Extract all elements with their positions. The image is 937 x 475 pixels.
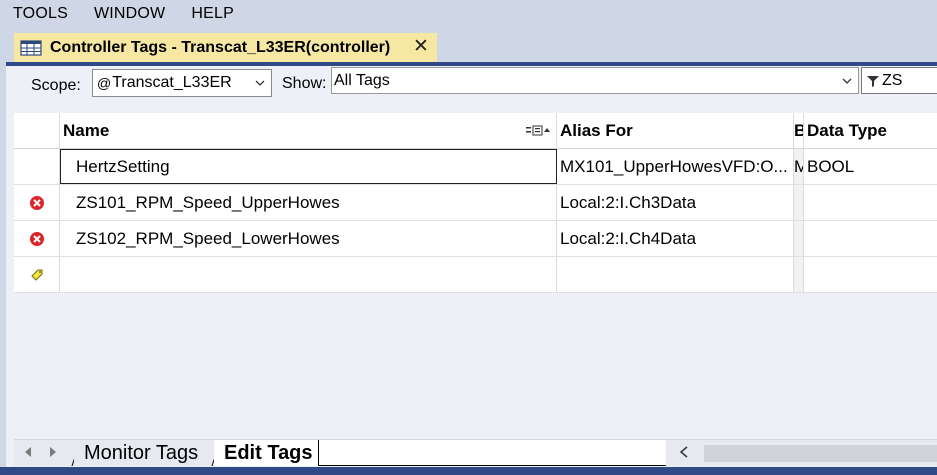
show-dropdown[interactable]: All Tags: [331, 67, 859, 94]
base-tag-cell[interactable]: [794, 221, 804, 256]
close-tab-icon[interactable]: ✕: [413, 37, 429, 56]
controller-scope-icon: @: [97, 75, 112, 91]
base-tag-cell[interactable]: [794, 257, 804, 292]
header-status: [14, 113, 60, 148]
header-data-type[interactable]: Data Type: [804, 113, 937, 148]
new-tag-icon: [30, 269, 42, 281]
show-label: Show:: [282, 75, 327, 92]
tab-monitor-tags[interactable]: Monitor Tags: [74, 440, 209, 466]
filter-text: ZS: [882, 71, 903, 89]
show-value: All Tags: [334, 72, 390, 89]
sheet-tab-bar: Monitor Tags Edit Tags: [14, 439, 937, 466]
alias-for-cell[interactable]: MX101_UpperHowesVFD:O...: [557, 149, 794, 184]
document-tab-title: Controller Tags - Transcat_L33ER(control…: [50, 38, 391, 56]
menu-window[interactable]: WINDOW: [81, 0, 178, 28]
header-name-label: Name: [63, 120, 110, 140]
menu-help[interactable]: HELP: [178, 0, 247, 28]
chevron-down-icon[interactable]: [842, 76, 852, 86]
document-tab-controller-tags[interactable]: Controller Tags - Transcat_L33ER(control…: [14, 33, 437, 62]
alias-for-cell[interactable]: Local:2:I.Ch4Data: [557, 221, 794, 256]
scope-value: Transcat_L33ER: [112, 74, 232, 91]
controller-tags-panel: Scope: @ Transcat_L33ER Show: All Tags Z…: [6, 66, 937, 475]
base-tag-cell[interactable]: [794, 185, 804, 220]
row-status-cell: [14, 221, 60, 256]
scope-label: Scope:: [31, 77, 81, 94]
tab-edit-tags[interactable]: Edit Tags: [214, 440, 323, 466]
window-bottom-edge: [0, 467, 937, 475]
alias-for-cell[interactable]: Local:2:I.Ch3Data: [557, 185, 794, 220]
menu-bar: TOOLS WINDOW HELP: [0, 0, 937, 28]
error-icon: [29, 195, 44, 210]
filter-funnel-icon: [867, 75, 879, 87]
scope-dropdown[interactable]: @ Transcat_L33ER: [92, 69, 272, 97]
header-name[interactable]: Name: [60, 113, 557, 148]
row-status-cell: [14, 257, 60, 292]
table-row[interactable]: ZS102_RPM_Speed_LowerHowes Local:2:I.Ch4…: [14, 221, 937, 257]
new-tag-row[interactable]: [14, 257, 937, 293]
scroll-left-icon[interactable]: [678, 445, 690, 459]
alias-for-cell[interactable]: [557, 257, 794, 292]
data-type-cell[interactable]: [804, 221, 937, 256]
horizontal-scrollbar[interactable]: [666, 440, 937, 466]
base-tag-cell[interactable]: M: [794, 149, 804, 184]
chevron-down-icon[interactable]: [255, 78, 265, 88]
tab-empty-area: [318, 440, 667, 466]
tag-table-icon: [20, 39, 42, 56]
scrollbar-thumb[interactable]: [704, 445, 937, 462]
menu-tools[interactable]: TOOLS: [0, 0, 81, 28]
data-type-cell[interactable]: [804, 185, 937, 220]
scroll-left-icon[interactable]: [22, 445, 34, 459]
tag-name-cell[interactable]: HertzSetting: [60, 149, 557, 184]
error-icon: [29, 231, 44, 246]
header-alias-for[interactable]: Alias For: [557, 113, 794, 148]
scroll-right-icon[interactable]: [47, 445, 59, 459]
data-type-cell[interactable]: BOOL: [804, 149, 937, 184]
name-filter-input[interactable]: ZS: [861, 67, 937, 94]
row-status-cell: [14, 149, 60, 184]
tags-grid: Name Alias For B Data Type HertzSetting …: [14, 113, 937, 293]
column-sort-icon[interactable]: [525, 125, 551, 137]
header-base-tag[interactable]: B: [794, 113, 804, 148]
grid-header-row: Name Alias For B Data Type: [14, 113, 937, 149]
table-row[interactable]: HertzSetting MX101_UpperHowesVFD:O... M …: [14, 149, 937, 185]
tag-name-cell[interactable]: [60, 257, 557, 292]
filter-toolbar: Scope: @ Transcat_L33ER Show: All Tags Z…: [6, 66, 937, 110]
row-status-cell: [14, 185, 60, 220]
tag-name-cell[interactable]: ZS101_RPM_Speed_UpperHowes: [60, 185, 557, 220]
data-type-cell[interactable]: [804, 257, 937, 292]
table-row[interactable]: ZS101_RPM_Speed_UpperHowes Local:2:I.Ch3…: [14, 185, 937, 221]
tag-name-cell[interactable]: ZS102_RPM_Speed_LowerHowes: [60, 221, 557, 256]
